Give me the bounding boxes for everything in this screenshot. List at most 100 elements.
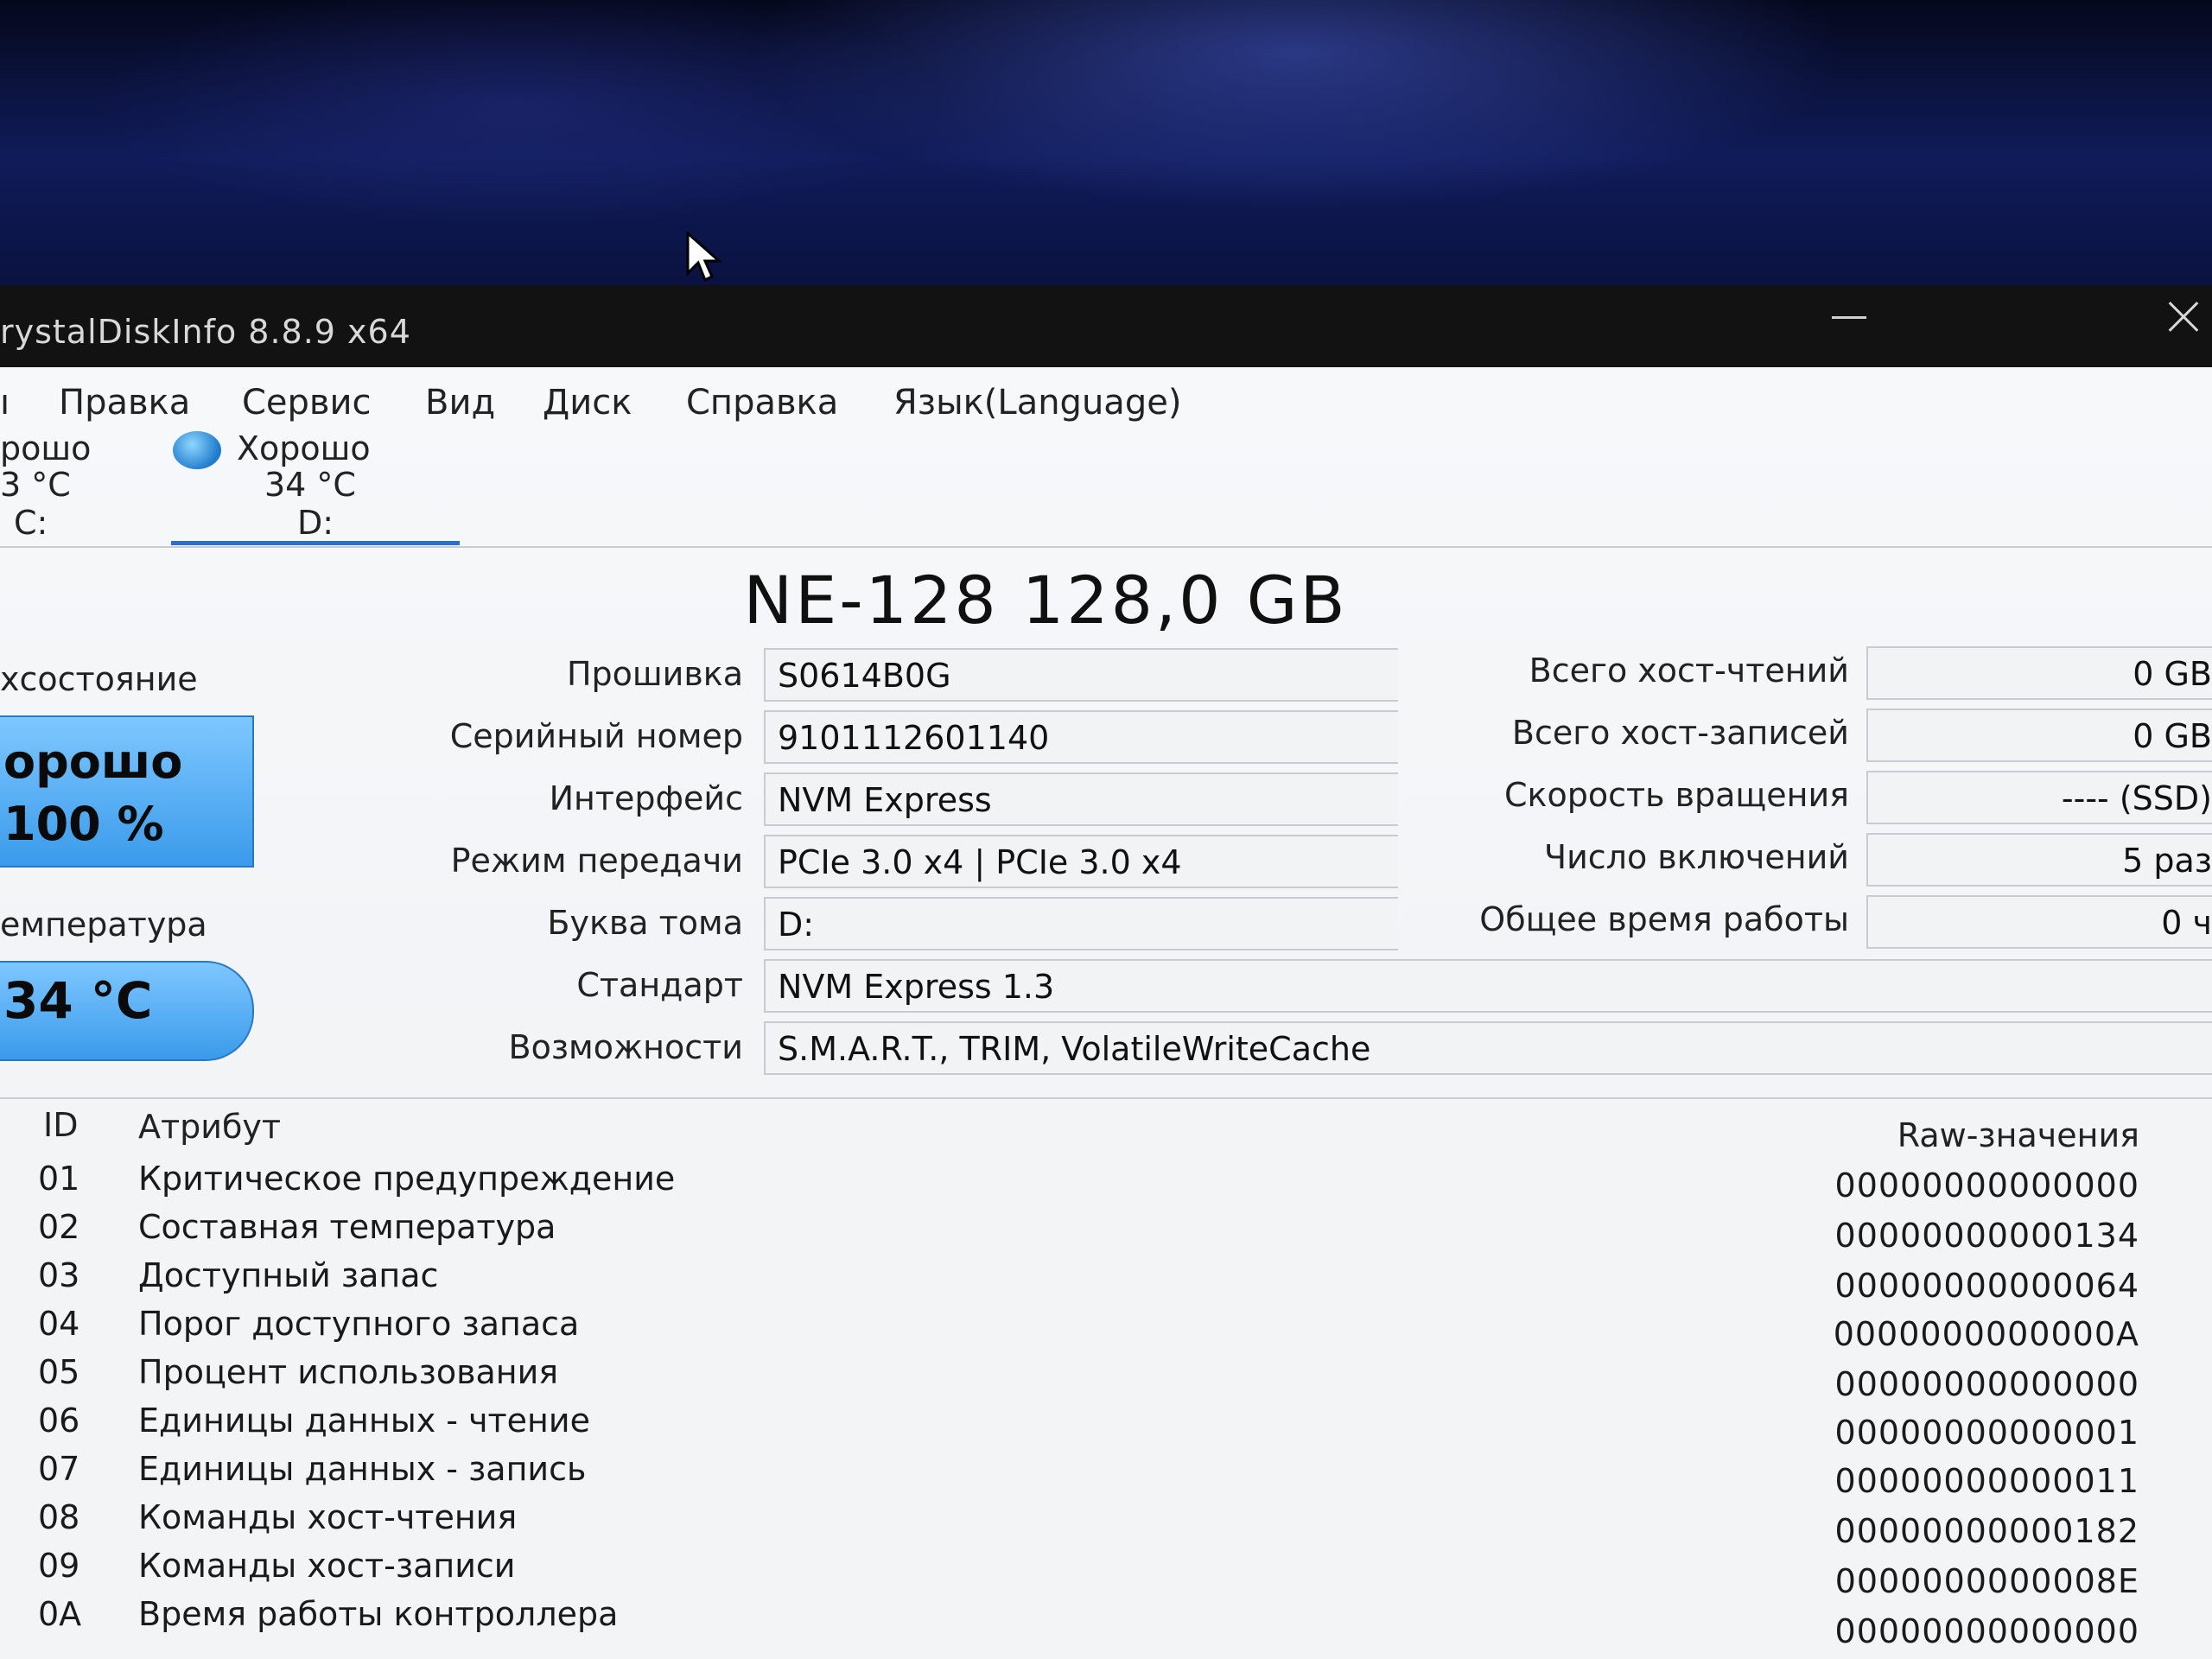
row-id: 04: [38, 1305, 80, 1343]
temperature-button[interactable]: 34 °C: [0, 961, 254, 1061]
power-on-count-value: 5 раз: [1866, 833, 2212, 887]
row-id: 0A: [38, 1595, 82, 1633]
transfer-mode-value: PCIe 3.0 x4 | PCIe 3.0 x4: [764, 835, 1398, 888]
volume-letter-value: D:: [764, 897, 1398, 950]
standard-value: NVM Express 1.3: [764, 959, 2212, 1013]
temperature-value: 34 °C: [3, 971, 153, 1030]
menu-item-service[interactable]: Сервис: [242, 383, 372, 423]
row-attribute: Критическое предупреждение: [138, 1160, 676, 1198]
menu-item-view[interactable]: Вид: [425, 383, 495, 423]
row-raw: 00000000000000: [1834, 1365, 2139, 1403]
row-raw: 00000000000001: [1834, 1414, 2139, 1452]
minimize-icon[interactable]: [1832, 297, 1866, 332]
column-header-raw[interactable]: Raw-значения: [1897, 1116, 2139, 1154]
mouse-pointer-icon: [686, 232, 722, 283]
host-reads-value: 0 GB: [1866, 646, 2212, 700]
row-raw: 00000000000182: [1834, 1512, 2139, 1550]
health-status-icon: [173, 431, 221, 469]
close-icon[interactable]: [2160, 294, 2207, 340]
features-label: Возможности: [508, 1028, 744, 1066]
smart-attributes-table: ID Атрибут Raw-значения 01 Критическое п…: [0, 1099, 2212, 1659]
interface-label: Интерфейс: [549, 779, 743, 817]
window-title: rystalDiskInfo 8.8.9 x64: [0, 313, 411, 351]
column-header-attribute[interactable]: Атрибут: [138, 1108, 281, 1146]
table-row[interactable]: 06 Единицы данных - чтение 0000000000000…: [0, 1402, 2212, 1452]
power-on-hours-label: Общее время работы: [1479, 900, 1849, 938]
health-label: хсостояние: [0, 660, 198, 698]
row-attribute: Процент использования: [138, 1353, 559, 1391]
row-attribute: Составная температура: [138, 1208, 556, 1246]
volume-letter-label: Буква тома: [547, 904, 743, 942]
row-attribute: Единицы данных - чтение: [138, 1402, 590, 1440]
window-titlebar[interactable]: rystalDiskInfo 8.8.9 x64: [0, 285, 2212, 367]
drive-status: Хорошо: [237, 429, 371, 467]
menu-item-language[interactable]: Язык(Language): [893, 383, 1181, 423]
menu-item-edge[interactable]: ı: [0, 383, 10, 423]
row-id: 03: [38, 1256, 80, 1294]
drive-tab-c[interactable]: рошо 3 °C C:: [0, 429, 156, 542]
serial-value: 9101112601140: [764, 710, 1398, 764]
drive-model-title: NE-128 128,0 GB: [743, 562, 1348, 639]
drive-temp: 3 °C: [0, 466, 71, 504]
interface-value: NVM Express: [764, 772, 1398, 826]
row-attribute: Порог доступного запаса: [138, 1305, 580, 1343]
row-attribute: Команды хост-чтения: [138, 1498, 518, 1536]
table-row[interactable]: 03 Доступный запас 00000000000064: [0, 1256, 2212, 1305]
firmware-value: S0614B0G: [764, 648, 1398, 702]
table-row[interactable]: 09 Команды хост-записи 0000000000008E: [0, 1547, 2212, 1600]
row-attribute: Единицы данных - запись: [138, 1450, 587, 1488]
row-raw: 00000000000000: [1834, 1166, 2139, 1205]
host-reads-label: Всего хост-чтений: [1529, 652, 1849, 690]
menubar: ı Правка Сервис Вид Диск Справка Язык(La…: [0, 374, 2212, 426]
row-attribute: Доступный запас: [138, 1256, 439, 1294]
row-attribute: Время работы контроллера: [138, 1595, 619, 1633]
row-attribute: Команды хост-записи: [138, 1547, 516, 1585]
row-raw: 00000000000064: [1834, 1267, 2139, 1305]
drive-letter: C:: [14, 504, 48, 542]
host-writes-label: Всего хост-записей: [1511, 714, 1849, 752]
serial-label: Серийный номер: [449, 717, 743, 755]
row-raw: 00000000000000: [1834, 1612, 2139, 1650]
table-row[interactable]: 0A Время работы контроллера 000000000000…: [0, 1595, 2212, 1650]
drive-tab-d[interactable]: Хорошо 34 °C D:: [171, 429, 460, 542]
drive-temp: 34 °C: [264, 466, 356, 504]
features-value: S.M.A.R.T., TRIM, VolatileWriteCache: [764, 1021, 2212, 1075]
row-id: 05: [38, 1353, 80, 1391]
menu-item-help[interactable]: Справка: [686, 383, 838, 423]
row-id: 06: [38, 1402, 80, 1440]
divider: [0, 546, 2212, 548]
row-id: 01: [38, 1160, 80, 1198]
drive-letter: D:: [297, 504, 334, 542]
table-row[interactable]: 05 Процент использования 00000000000000: [0, 1353, 2212, 1403]
row-id: 09: [38, 1547, 80, 1585]
rotation-rate-label: Скорость вращения: [1504, 776, 1849, 814]
row-id: 07: [38, 1450, 80, 1488]
row-id: 02: [38, 1208, 80, 1246]
standard-label: Стандарт: [576, 966, 743, 1004]
drive-status: рошо: [0, 429, 92, 467]
rotation-rate-value: ---- (SSD): [1866, 771, 2212, 824]
power-on-count-label: Число включений: [1544, 838, 1849, 876]
temperature-label: емпература: [0, 906, 207, 944]
health-status-button[interactable]: орошо 100 %: [0, 715, 254, 868]
table-row[interactable]: 01 Критическое предупреждение 0000000000…: [0, 1160, 2212, 1208]
row-raw: 0000000000000A: [1833, 1315, 2139, 1353]
health-status-text: орошо: [3, 734, 183, 789]
host-writes-value: 0 GB: [1866, 709, 2212, 762]
transfer-mode-label: Режим передачи: [450, 842, 743, 880]
menu-item-disk[interactable]: Диск: [543, 383, 632, 423]
table-row[interactable]: 04 Порог доступного запаса 0000000000000…: [0, 1305, 2212, 1353]
table-row[interactable]: 08 Команды хост-чтения 00000000000182: [0, 1498, 2212, 1550]
firmware-label: Прошивка: [566, 655, 743, 693]
row-raw: 00000000000011: [1834, 1462, 2139, 1500]
table-row[interactable]: 02 Составная температура 00000000000134: [0, 1208, 2212, 1256]
column-header-id[interactable]: ID: [43, 1106, 78, 1144]
desktop-wallpaper: [0, 0, 2212, 285]
menu-item-edit[interactable]: Правка: [59, 383, 190, 423]
active-tab-indicator: [171, 541, 460, 545]
row-raw: 00000000000134: [1834, 1217, 2139, 1255]
health-percent: 100 %: [3, 797, 164, 851]
row-id: 08: [38, 1498, 80, 1536]
table-row[interactable]: 07 Единицы данных - запись 0000000000001…: [0, 1450, 2212, 1500]
power-on-hours-value: 0 ч: [1866, 895, 2212, 949]
